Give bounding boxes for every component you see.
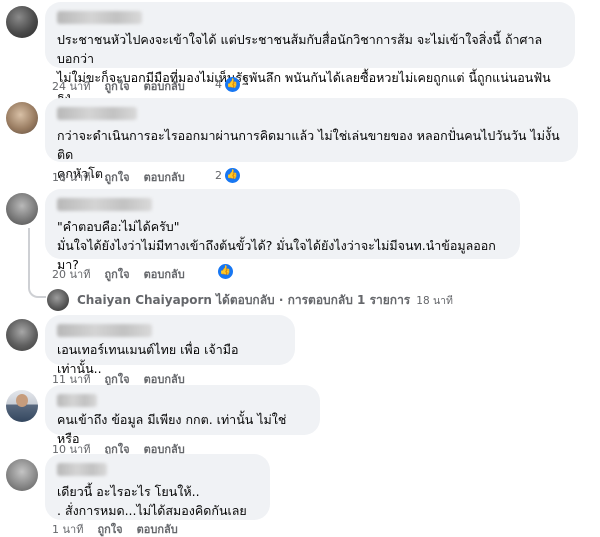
commenter-avatar[interactable] [6,6,38,38]
comment-time[interactable]: 18 นาที [52,168,90,186]
comment-bubble: กว่าจะดำเนินการอะไรออกมาผ่านการคิดมาแล้ว… [45,98,578,181]
reply-action[interactable]: ตอบกลับ [137,520,178,537]
author-name-redacted[interactable] [57,198,152,211]
commenter-avatar[interactable] [6,102,38,134]
comment-bubble: "คำตอบคือ:ไม่ได้ครับ" มั่นใจได้ยังไงว่าไ… [45,189,520,272]
comment-meta: 1 นาที ถูกใจ ตอบกลับ [52,520,192,537]
reaction-number: 2 [215,169,222,182]
reply-summary-text: ได้ตอบกลับ · การตอบกลับ 1 รายการ [215,292,411,307]
thumbs-up-icon: 👍 [218,264,233,279]
author-name-redacted[interactable] [57,11,142,24]
comment-time[interactable]: 20 นาที [52,265,90,283]
like-action[interactable]: ถูกใจ [104,168,129,186]
thumbs-up-icon: 👍 [225,168,240,183]
commenter-avatar[interactable] [6,390,38,422]
comment-bubble: เดียวนี้ อะไรอะไร โยนให้.. . สั่งการหมด.… [45,454,270,520]
like-action[interactable]: ถูกใจ [104,265,129,283]
replier-avatar [47,289,69,311]
reaction-count[interactable]: 4 👍 [215,77,254,92]
author-name-redacted[interactable] [57,107,137,120]
thumbs-up-icon: 👍 [225,77,240,92]
like-action[interactable]: ถูกใจ [104,77,129,95]
author-name-redacted[interactable] [57,324,152,337]
reaction-count[interactable]: 👍 [218,264,247,279]
author-name-redacted[interactable] [57,394,97,407]
reaction-number: 4 [215,78,222,91]
like-action[interactable]: ถูกใจ [97,520,122,537]
comment-meta: 24 นาที ถูกใจ ตอบกลับ [52,77,185,95]
reaction-count[interactable]: 2 👍 [215,168,254,183]
reply-time: 18 นาที [416,294,453,307]
author-name-redacted[interactable] [57,463,107,476]
reply-thread-line [28,228,46,298]
comment-time[interactable]: 1 นาที [52,520,83,537]
comment-bubble: เอนเทอร์เทนเมนต์ไทย เพื่อ เจ้ามือ เท่านั… [45,315,295,376]
comment-meta: 18 นาที ถูกใจ ตอบกลับ [52,168,199,186]
reply-action[interactable]: ตอบกลับ [144,265,185,283]
reply-action[interactable]: ตอบกลับ [144,77,185,95]
comment-meta: 20 นาที ถูกใจ ตอบกลับ [52,265,199,283]
comment-text: เดียวนี้ อะไรอะไร โยนให้.. . สั่งการหมด.… [57,484,247,518]
replier-name: Chaiyan Chaiyaporn [77,293,212,307]
commenter-avatar[interactable] [6,193,38,225]
view-replies-link[interactable]: Chaiyan Chaiyaporn ได้ตอบกลับ · การตอบกล… [47,289,453,311]
comment-bubble: ประชาชนหัวไปคงจะเข้าใจได้ แต่ประชาชนส้มก… [45,2,575,104]
commenter-avatar[interactable] [6,319,38,351]
commenter-avatar[interactable] [6,459,38,491]
reply-action[interactable]: ตอบกลับ [144,168,185,186]
comment-bubble: คนเข้าถึง ข้อมูล มีเพียง กกต. เท่านั้น ไ… [45,385,320,446]
comment-time[interactable]: 24 นาที [52,77,90,95]
